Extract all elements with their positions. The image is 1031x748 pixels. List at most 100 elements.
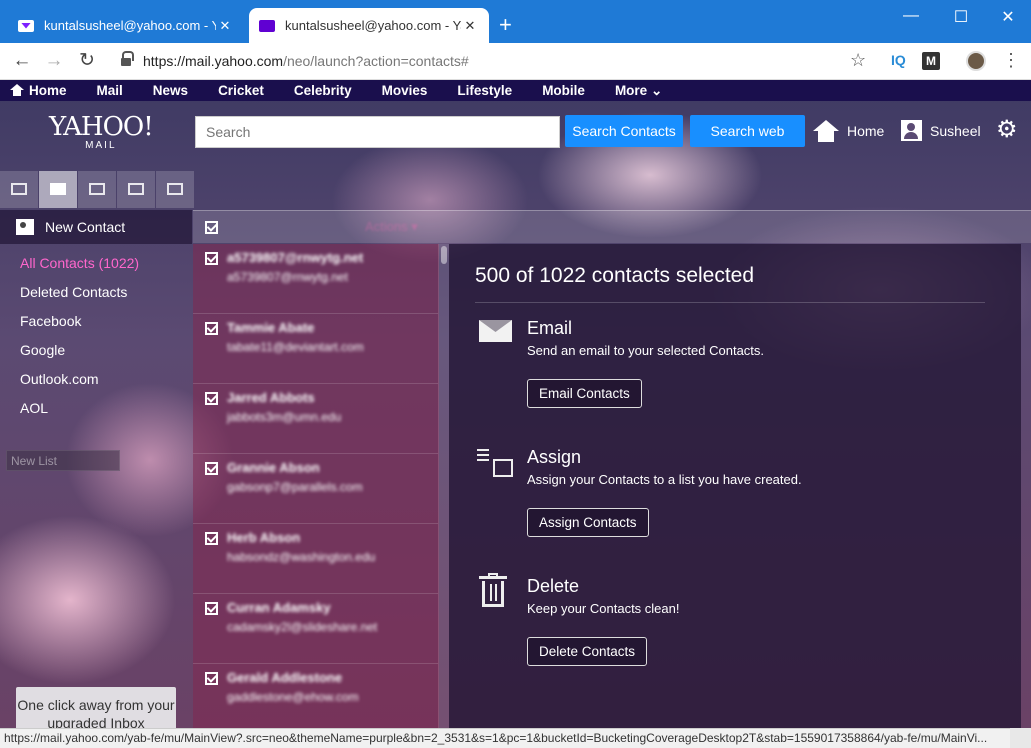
nav-cricket[interactable]: Cricket [218, 83, 264, 98]
search-input[interactable] [195, 116, 560, 148]
bookmark-star-icon[interactable]: ☆ [850, 50, 866, 71]
header-user-name: Susheel [930, 122, 981, 139]
tab-close-icon[interactable]: ✕ [216, 18, 234, 34]
new-list-input[interactable]: New List [6, 450, 120, 471]
delete-contacts-button[interactable]: Delete Contacts [527, 637, 648, 666]
notepad-icon [128, 183, 144, 195]
reload-icon[interactable]: ↻ [75, 51, 99, 71]
nav-mobile[interactable]: Mobile [542, 83, 585, 98]
email-section-description: Send an email to your selected Contacts. [527, 343, 765, 358]
close-window-button[interactable]: ✕ [993, 7, 1023, 27]
url-field[interactable]: https://mail.yahoo.com/neo/launch?action… [143, 53, 469, 69]
contact-checkbox[interactable] [205, 602, 218, 615]
tab-newsfeed[interactable] [156, 171, 194, 208]
contact-checkbox[interactable] [205, 462, 218, 475]
header-home-link[interactable]: Home [813, 120, 884, 142]
tab-notepad[interactable] [117, 171, 155, 208]
list-item[interactable]: Herb Abson habsondz@washington.edu [193, 524, 438, 594]
status-bar-corner [1010, 728, 1031, 748]
contact-name: Gerald Addlestone [227, 670, 343, 685]
contacts-sidebar: All Contacts (1022) Deleted Contacts Fac… [20, 253, 139, 427]
nav-home[interactable]: Home [10, 83, 67, 98]
select-all-checkbox[interactable] [205, 221, 218, 234]
browser-tab-1[interactable]: kuntalsusheel@yahoo.com - Yahoo Mail ✕ [8, 8, 244, 43]
sidebar-item-all-contacts[interactable]: All Contacts (1022) [20, 253, 139, 282]
upgrade-promo[interactable]: One click away from your upgraded Inbox [16, 687, 176, 728]
contact-checkbox[interactable] [205, 392, 218, 405]
list-item[interactable]: Jarred Abbots jabbots3m@umn.edu [193, 384, 438, 454]
browser-menu-icon[interactable]: ⋮ [1002, 49, 1020, 71]
envelope-icon [475, 316, 512, 346]
add-contact-icon [16, 219, 34, 235]
assign-contacts-button[interactable]: Assign Contacts [527, 508, 649, 537]
list-item[interactable]: Tammie Abate tabate11@deviantart.com [193, 314, 438, 384]
lock-icon[interactable] [121, 51, 134, 67]
sidebar-item-facebook[interactable]: Facebook [20, 311, 139, 340]
contacts-icon [50, 183, 66, 195]
forward-arrow-icon[interactable]: → [42, 51, 66, 71]
list-item[interactable]: a5739807@rnwytg.net a5739807@rnwytg.net [193, 244, 438, 314]
maximize-button[interactable]: ☐ [946, 7, 976, 27]
tab-close-icon[interactable]: ✕ [461, 18, 479, 34]
contact-list-scrollbar[interactable] [439, 244, 449, 728]
contact-email: gabsonp7@parallels.com [227, 480, 363, 494]
assign-list-icon [475, 445, 513, 477]
scrollbar-thumb[interactable] [441, 246, 447, 264]
assign-section-title: Assign [527, 447, 582, 467]
contact-checkbox[interactable] [205, 672, 218, 685]
divider [475, 302, 985, 303]
header-home-label: Home [847, 123, 885, 139]
contact-email: a5739807@rnwytg.net [227, 270, 348, 284]
contact-email: habsondz@washington.edu [227, 550, 376, 564]
yahoo-mail-favicon [18, 19, 34, 32]
nav-celebrity[interactable]: Celebrity [294, 83, 352, 98]
contact-name: Tammie Abate [227, 320, 315, 335]
yahoo-mail-logo[interactable]: YAHOO! MAIL [49, 112, 154, 151]
new-contact-label: New Contact [45, 219, 126, 235]
sidebar-item-aol[interactable]: AOL [20, 398, 139, 427]
tab-calendar[interactable] [78, 171, 116, 208]
nav-lifestyle[interactable]: Lifestyle [457, 83, 512, 98]
tab-mail[interactable] [0, 171, 38, 208]
nav-more[interactable]: More ⌄ [615, 83, 662, 99]
iq-extension-icon[interactable]: IQ [891, 52, 906, 68]
tab-contacts[interactable] [39, 171, 77, 208]
contact-checkbox[interactable] [205, 252, 218, 265]
list-item[interactable]: Grannie Abson gabsonp7@parallels.com [193, 454, 438, 524]
actions-dropdown[interactable]: Actions ▾ [365, 219, 418, 235]
tab-title: kuntalsusheel@yahoo.com - Yahoo Mail [44, 18, 216, 33]
back-arrow-icon[interactable]: ← [10, 51, 34, 71]
list-item[interactable]: Curran Adamsky cadamsky2l@slideshare.net [193, 594, 438, 664]
selection-heading: 500 of 1022 contacts selected [475, 264, 755, 287]
nav-movies[interactable]: Movies [382, 83, 428, 98]
sidebar-item-outlook[interactable]: Outlook.com [20, 369, 139, 398]
nav-news[interactable]: News [153, 83, 188, 98]
minimize-button[interactable]: — [896, 7, 926, 25]
new-contact-button[interactable]: New Contact [0, 210, 192, 244]
nav-mail[interactable]: Mail [97, 83, 123, 98]
url-path: /neo/launch?action=contacts# [283, 53, 469, 69]
search-contacts-button[interactable]: Search Contacts [565, 115, 683, 147]
home-icon [813, 120, 839, 142]
selection-detail-pane: 500 of 1022 contacts selected Email Send… [449, 244, 1021, 728]
contact-checkbox[interactable] [205, 532, 218, 545]
sidebar-item-deleted-contacts[interactable]: Deleted Contacts [20, 282, 139, 311]
gear-icon[interactable]: ⚙ [996, 118, 1018, 142]
search-web-button[interactable]: Search web [690, 115, 805, 147]
new-tab-button[interactable]: + [499, 14, 512, 36]
m-extension-icon[interactable]: M [922, 52, 940, 70]
email-contacts-button[interactable]: Email Contacts [527, 379, 642, 408]
contact-email: tabate11@deviantart.com [227, 340, 364, 354]
url-host: https://mail.yahoo.com [143, 53, 284, 69]
browser-titlebar: kuntalsusheel@yahoo.com - Yahoo Mail ✕ k… [0, 0, 1031, 43]
profile-avatar[interactable] [966, 51, 986, 71]
contact-checkbox[interactable] [205, 322, 218, 335]
header-user-link[interactable]: Susheel [901, 120, 981, 141]
logo-text: YAHOO! [49, 112, 154, 142]
sidebar-item-google[interactable]: Google [20, 340, 139, 369]
link-status-bar: https://mail.yahoo.com/yab-fe/mu/MainVie… [0, 728, 1010, 748]
user-icon [901, 120, 922, 141]
browser-tab-2[interactable]: kuntalsusheel@yahoo.com - Yahoo Mail ✕ [249, 8, 489, 43]
list-item[interactable]: Gerald Addlestone gaddlestone@ehow.com [193, 664, 438, 728]
contact-email: cadamsky2l@slideshare.net [227, 620, 378, 634]
